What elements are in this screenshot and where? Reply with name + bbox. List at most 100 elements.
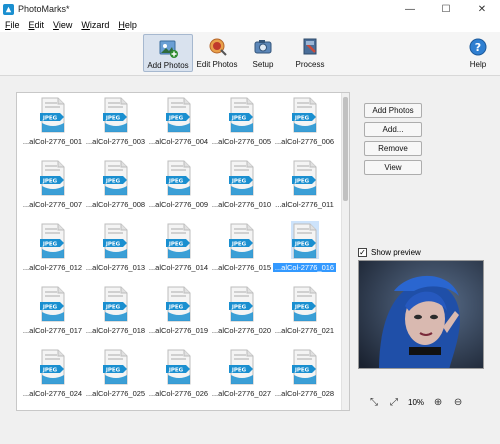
preview-image bbox=[358, 260, 484, 369]
jpeg-file-icon: JPEG bbox=[39, 97, 64, 133]
file-type-badge: JPEG bbox=[293, 116, 309, 122]
thumbnail-filename: ...alCol-2776_013 bbox=[85, 263, 146, 272]
add-photos-label: Add Photos bbox=[147, 61, 189, 70]
preview-portrait bbox=[359, 261, 483, 368]
photo-thumbnail[interactable]: JPEG ...alCol-2776_020 bbox=[210, 282, 273, 345]
file-type-badge: JPEG bbox=[293, 242, 309, 248]
photo-thumbnail[interactable]: JPEG ...alCol-2776_024 bbox=[21, 345, 84, 408]
thumbnail-filename: ...alCol-2776_008 bbox=[85, 200, 146, 209]
thumbnail-filename: ...alCol-2776_020 bbox=[211, 326, 272, 335]
setup-icon bbox=[254, 40, 272, 54]
photo-thumbnail[interactable]: JPEG ...alCol-2776_018 bbox=[84, 282, 147, 345]
thumbnail-filename: ...alCol-2776_010 bbox=[211, 200, 272, 209]
jpeg-file-icon: JPEG bbox=[165, 97, 190, 133]
close-button[interactable]: ✕ bbox=[464, 0, 500, 18]
jpeg-file-icon: JPEG bbox=[102, 97, 127, 133]
toolbar-edit-photos-button[interactable]: Edit Photos bbox=[195, 34, 239, 72]
menu-file[interactable]: File bbox=[5, 20, 20, 30]
fit-to-window-icon[interactable]: ⤡ bbox=[368, 396, 380, 408]
jpeg-file-icon: JPEG bbox=[165, 160, 190, 196]
file-type-badge: JPEG bbox=[230, 116, 246, 122]
toolbar-help-button[interactable]: ? Help bbox=[465, 34, 491, 72]
actual-size-icon[interactable]: ⤢ bbox=[388, 396, 400, 408]
photo-thumbnail[interactable]: JPEG ...alCol-2776_019 bbox=[147, 282, 210, 345]
photo-thumbnail[interactable]: JPEG ...alCol-2776_007 bbox=[21, 156, 84, 219]
photo-thumbnail[interactable]: JPEG ...alCol-2776_028 bbox=[273, 345, 336, 408]
toolbar-setup-button[interactable]: Setup bbox=[245, 34, 281, 72]
photo-thumbnail[interactable]: JPEG ...alCol-2776_013 bbox=[84, 219, 147, 282]
toolbar-process-button[interactable]: Process bbox=[290, 34, 330, 72]
photo-thumbnail[interactable]: JPEG ...alCol-2776_001 bbox=[21, 93, 84, 156]
thumbnail-filename: ...alCol-2776_006 bbox=[274, 137, 335, 146]
svg-text:?: ? bbox=[475, 41, 481, 54]
photo-thumbnail[interactable]: JPEG ...alCol-2776_003 bbox=[84, 93, 147, 156]
thumbnail-filename: ...alCol-2776_028 bbox=[274, 389, 335, 398]
photo-thumbnail[interactable]: JPEG ...alCol-2776_014 bbox=[147, 219, 210, 282]
zoom-level: 10% bbox=[408, 397, 425, 407]
photo-thumbnail[interactable]: JPEG ...alCol-2776_017 bbox=[21, 282, 84, 345]
thumbnail-filename: ...alCol-2776_004 bbox=[148, 137, 209, 146]
file-type-badge: JPEG bbox=[230, 305, 246, 311]
remove-button[interactable]: Remove bbox=[364, 141, 422, 156]
thumbnail-filename: ...alCol-2776_016 bbox=[273, 263, 336, 272]
thumbnail-filename: ...alCol-2776_007 bbox=[22, 200, 83, 209]
file-type-badge: JPEG bbox=[167, 368, 183, 374]
zoom-in-icon[interactable]: ⊕ bbox=[432, 396, 444, 408]
view-button[interactable]: View bbox=[364, 160, 422, 175]
vertical-scrollbar[interactable] bbox=[341, 93, 349, 410]
photo-thumbnail[interactable]: JPEG ...alCol-2776_005 bbox=[210, 93, 273, 156]
zoom-out-icon[interactable]: ⊖ bbox=[452, 396, 464, 408]
file-type-badge: JPEG bbox=[41, 116, 57, 122]
jpeg-file-icon: JPEG bbox=[291, 97, 316, 133]
photo-thumbnail[interactable]: JPEG ...alCol-2776_015 bbox=[210, 219, 273, 282]
thumbnail-filename: ...alCol-2776_027 bbox=[211, 389, 272, 398]
jpeg-file-icon: JPEG bbox=[165, 223, 190, 259]
toolbar-add-photos-button[interactable]: Add Photos bbox=[143, 34, 193, 72]
thumbnail-filename: ...alCol-2776_026 bbox=[148, 389, 209, 398]
menu-edit[interactable]: Edit bbox=[29, 20, 45, 30]
thumbnail-filename: ...alCol-2776_021 bbox=[274, 326, 335, 335]
show-preview-label: Show preview bbox=[371, 248, 421, 257]
photo-thumbnail[interactable]: JPEG ...alCol-2776_012 bbox=[21, 219, 84, 282]
thumbnail-filename: ...alCol-2776_001 bbox=[22, 137, 83, 146]
photo-thumbnail[interactable]: JPEG ...alCol-2776_027 bbox=[210, 345, 273, 408]
add-photos-icon bbox=[159, 40, 178, 58]
photo-thumbnail[interactable]: JPEG ...alCol-2776_025 bbox=[84, 345, 147, 408]
window-title: PhotoMarks* bbox=[18, 4, 70, 14]
scrollbar-thumb[interactable] bbox=[343, 97, 348, 201]
jpeg-file-icon: JPEG bbox=[165, 349, 190, 385]
file-type-badge: JPEG bbox=[41, 368, 57, 374]
jpeg-file-icon: JPEG bbox=[165, 286, 190, 322]
photo-thumbnail[interactable]: JPEG ...alCol-2776_011 bbox=[273, 156, 336, 219]
file-type-badge: JPEG bbox=[230, 242, 246, 248]
jpeg-file-icon: JPEG bbox=[102, 160, 127, 196]
photo-thumbnail[interactable]: JPEG ...alCol-2776_010 bbox=[210, 156, 273, 219]
photo-thumbnail[interactable]: JPEG ...alCol-2776_004 bbox=[147, 93, 210, 156]
process-icon bbox=[303, 38, 317, 55]
thumbnail-filename: ...alCol-2776_015 bbox=[211, 263, 272, 272]
photo-thumbnail[interactable]: JPEG ...alCol-2776_026 bbox=[147, 345, 210, 408]
add-photos-button[interactable]: Add Photos bbox=[364, 103, 422, 118]
thumbnail-filename: ...alCol-2776_003 bbox=[85, 137, 146, 146]
add-button[interactable]: Add... bbox=[364, 122, 422, 137]
thumbnail-filename: ...alCol-2776_018 bbox=[85, 326, 146, 335]
photo-thumbnail[interactable]: JPEG ...alCol-2776_008 bbox=[84, 156, 147, 219]
checkbox-box[interactable]: ✓ bbox=[358, 248, 367, 257]
file-type-badge: JPEG bbox=[104, 305, 120, 311]
file-type-badge: JPEG bbox=[104, 368, 120, 374]
edit-photos-label: Edit Photos bbox=[196, 60, 238, 69]
menu-view[interactable]: View bbox=[53, 20, 72, 30]
edit-photos-icon bbox=[209, 38, 227, 56]
minimize-button[interactable]: — bbox=[392, 0, 428, 18]
photo-grid-panel[interactable]: JPEG ...alCol-2776_001 JPEG ...alCol-2776_0… bbox=[16, 92, 350, 411]
menu-bar: File Edit View Wizard Help bbox=[0, 18, 500, 32]
menu-wizard[interactable]: Wizard bbox=[81, 20, 109, 30]
photo-thumbnail[interactable]: JPEG ...alCol-2776_009 bbox=[147, 156, 210, 219]
maximize-button[interactable]: ☐ bbox=[428, 0, 464, 18]
photo-thumbnail[interactable]: JPEG ...alCol-2776_006 bbox=[273, 93, 336, 156]
photo-thumbnail[interactable]: JPEG ...alCol-2776_021 bbox=[273, 282, 336, 345]
jpeg-file-icon: JPEG bbox=[291, 286, 316, 322]
photo-thumbnail[interactable]: JPEG ...alCol-2776_016 bbox=[273, 219, 336, 282]
menu-help[interactable]: Help bbox=[118, 20, 137, 30]
show-preview-checkbox[interactable]: ✓ Show preview bbox=[358, 248, 421, 257]
